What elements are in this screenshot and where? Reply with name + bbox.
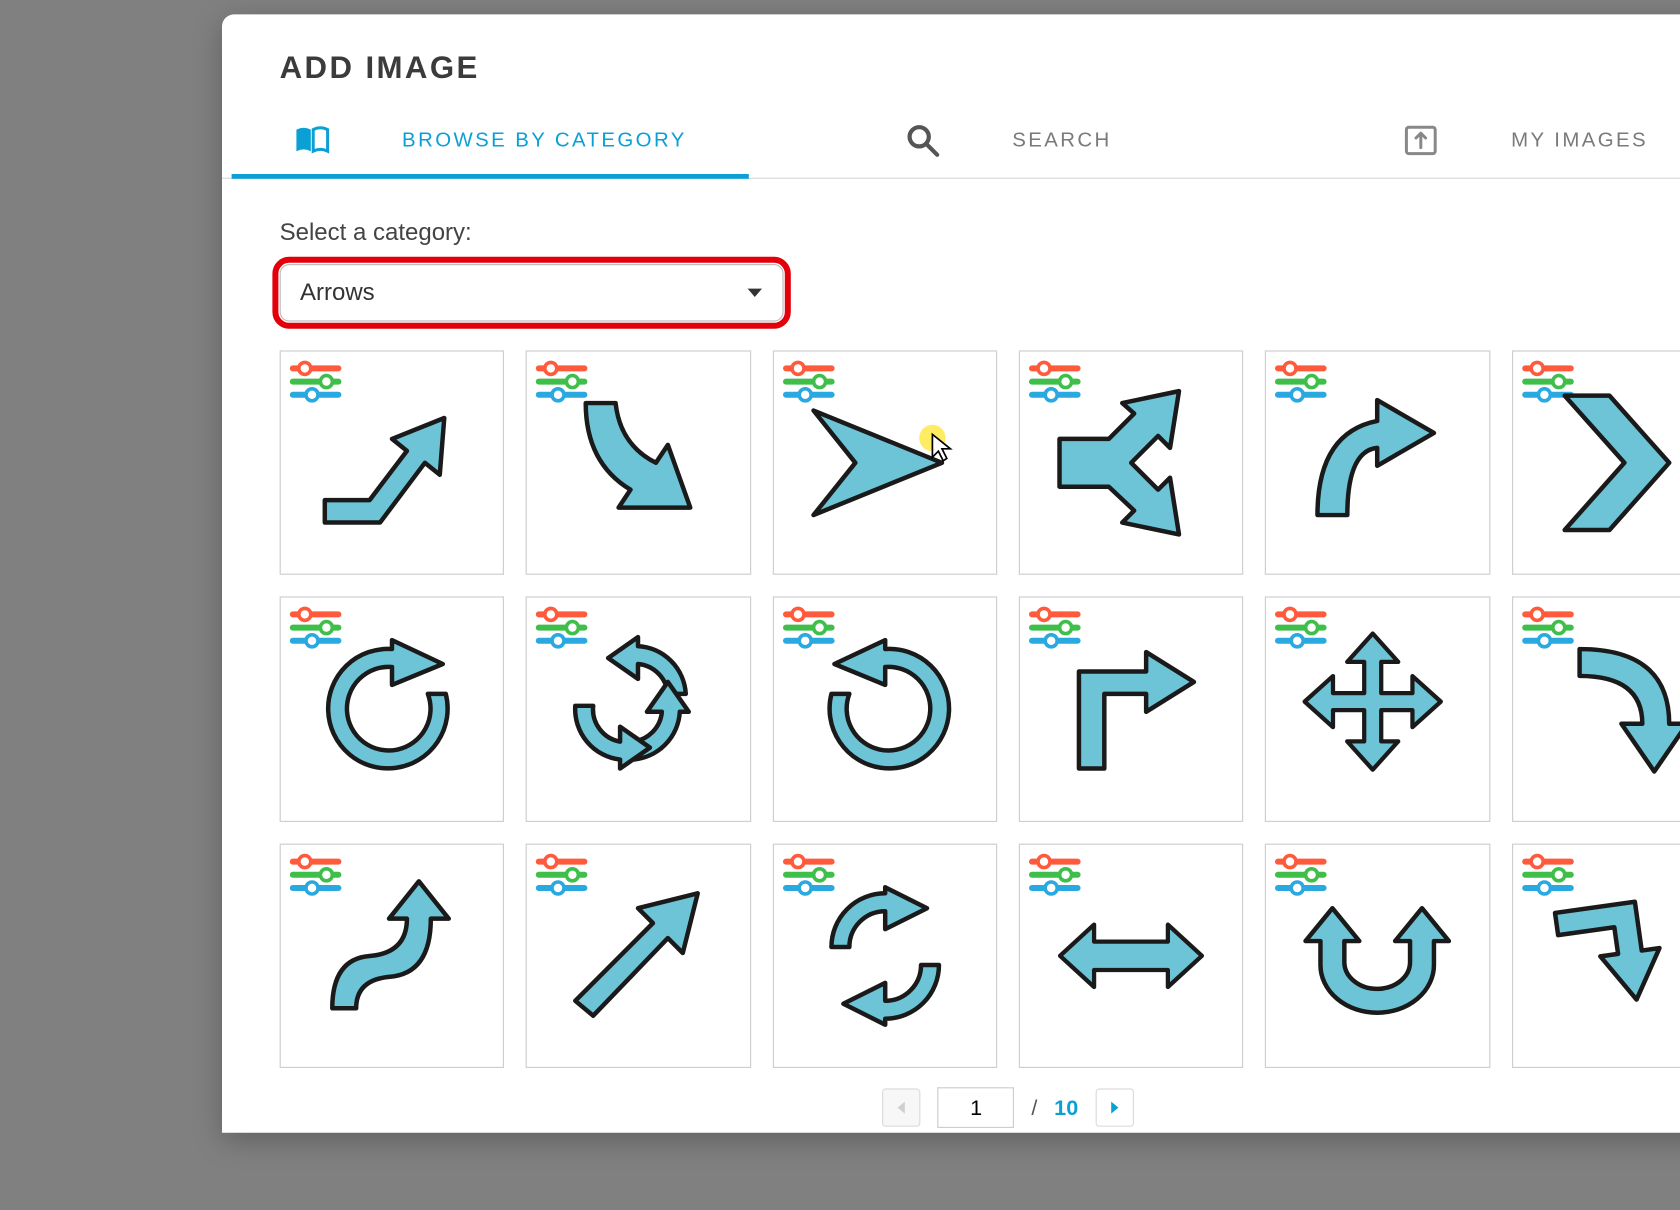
category-select-wrap <box>280 264 784 322</box>
image-tile[interactable] <box>1512 350 1680 575</box>
image-tile[interactable] <box>1265 597 1490 822</box>
image-grid <box>280 350 1680 1068</box>
modal-header: ADD IMAGE <box>222 14 1680 105</box>
tab-label: SEARCH <box>1012 128 1111 152</box>
search-icon <box>904 122 940 158</box>
image-tile[interactable] <box>280 350 505 575</box>
arrow-curve-up-right-icon <box>1266 352 1488 574</box>
image-tile[interactable] <box>1019 350 1244 575</box>
tab-search[interactable]: SEARCH <box>749 106 1267 178</box>
image-tile[interactable] <box>526 350 751 575</box>
arrow-elbow-right-icon <box>1513 844 1680 1066</box>
modal-title: ADD IMAGE <box>280 49 480 86</box>
image-tile[interactable] <box>1019 597 1244 822</box>
page-total: 10 <box>1054 1095 1078 1120</box>
category-label: Select a category: <box>280 220 1680 248</box>
image-tile[interactable] <box>1512 597 1680 822</box>
arrow-corner-up-right-icon <box>1020 598 1242 820</box>
image-tile[interactable] <box>772 350 997 575</box>
image-tile[interactable] <box>1512 843 1680 1068</box>
arrow-pointer-right-icon <box>774 352 996 574</box>
image-tile[interactable] <box>1265 350 1490 575</box>
tab-browse-by-category[interactable]: BROWSE BY CATEGORY <box>232 106 750 178</box>
arrow-s-curve-icon <box>281 844 503 1066</box>
tab-my-images[interactable]: MY IMAGES <box>1267 106 1680 178</box>
arrow-up-right-bent-icon <box>281 352 503 574</box>
image-tile[interactable] <box>772 597 997 822</box>
arrow-rotate-cw-open-icon <box>281 598 503 820</box>
arrow-chevron-right-icon <box>1513 352 1680 574</box>
image-tile[interactable] <box>1265 843 1490 1068</box>
page-current-input[interactable] <box>938 1087 1015 1128</box>
arrow-cycle-three-icon <box>527 598 749 820</box>
modal-body: Select a category: / 10 <box>222 179 1680 1133</box>
arrow-left-right-icon <box>1020 844 1242 1066</box>
arrow-refresh-two-icon <box>774 844 996 1066</box>
arrow-split-fork-icon <box>1020 352 1242 574</box>
arrow-u-turn-up-icon <box>1266 844 1488 1066</box>
image-tile[interactable] <box>526 597 751 822</box>
arrow-move-four-way-icon <box>1266 598 1488 820</box>
image-tile[interactable] <box>526 843 751 1068</box>
arrow-curve-down-right-icon <box>527 352 749 574</box>
upload-icon <box>1403 124 1439 158</box>
page-separator: / <box>1031 1095 1037 1120</box>
page-next-button[interactable] <box>1095 1088 1133 1126</box>
tab-bar: BROWSE BY CATEGORY SEARCH MY IMAGES <box>222 106 1680 179</box>
page-prev-button[interactable] <box>883 1088 921 1126</box>
image-tile[interactable] <box>280 597 505 822</box>
tab-label: BROWSE BY CATEGORY <box>402 128 687 152</box>
image-tile[interactable] <box>1019 843 1244 1068</box>
book-icon <box>294 125 330 156</box>
tab-label: MY IMAGES <box>1511 128 1648 152</box>
image-tile[interactable] <box>772 843 997 1068</box>
arrow-rotate-ccw-open-icon <box>774 598 996 820</box>
add-image-modal: ADD IMAGE BROWSE BY CATEGORY SEARCH <box>222 14 1680 1132</box>
arrow-diagonal-up-right-icon <box>527 844 749 1066</box>
arrow-curve-down-icon <box>1513 598 1680 820</box>
pagination: / 10 <box>280 1068 1680 1133</box>
image-tile[interactable] <box>280 843 505 1068</box>
category-select[interactable] <box>280 264 784 322</box>
